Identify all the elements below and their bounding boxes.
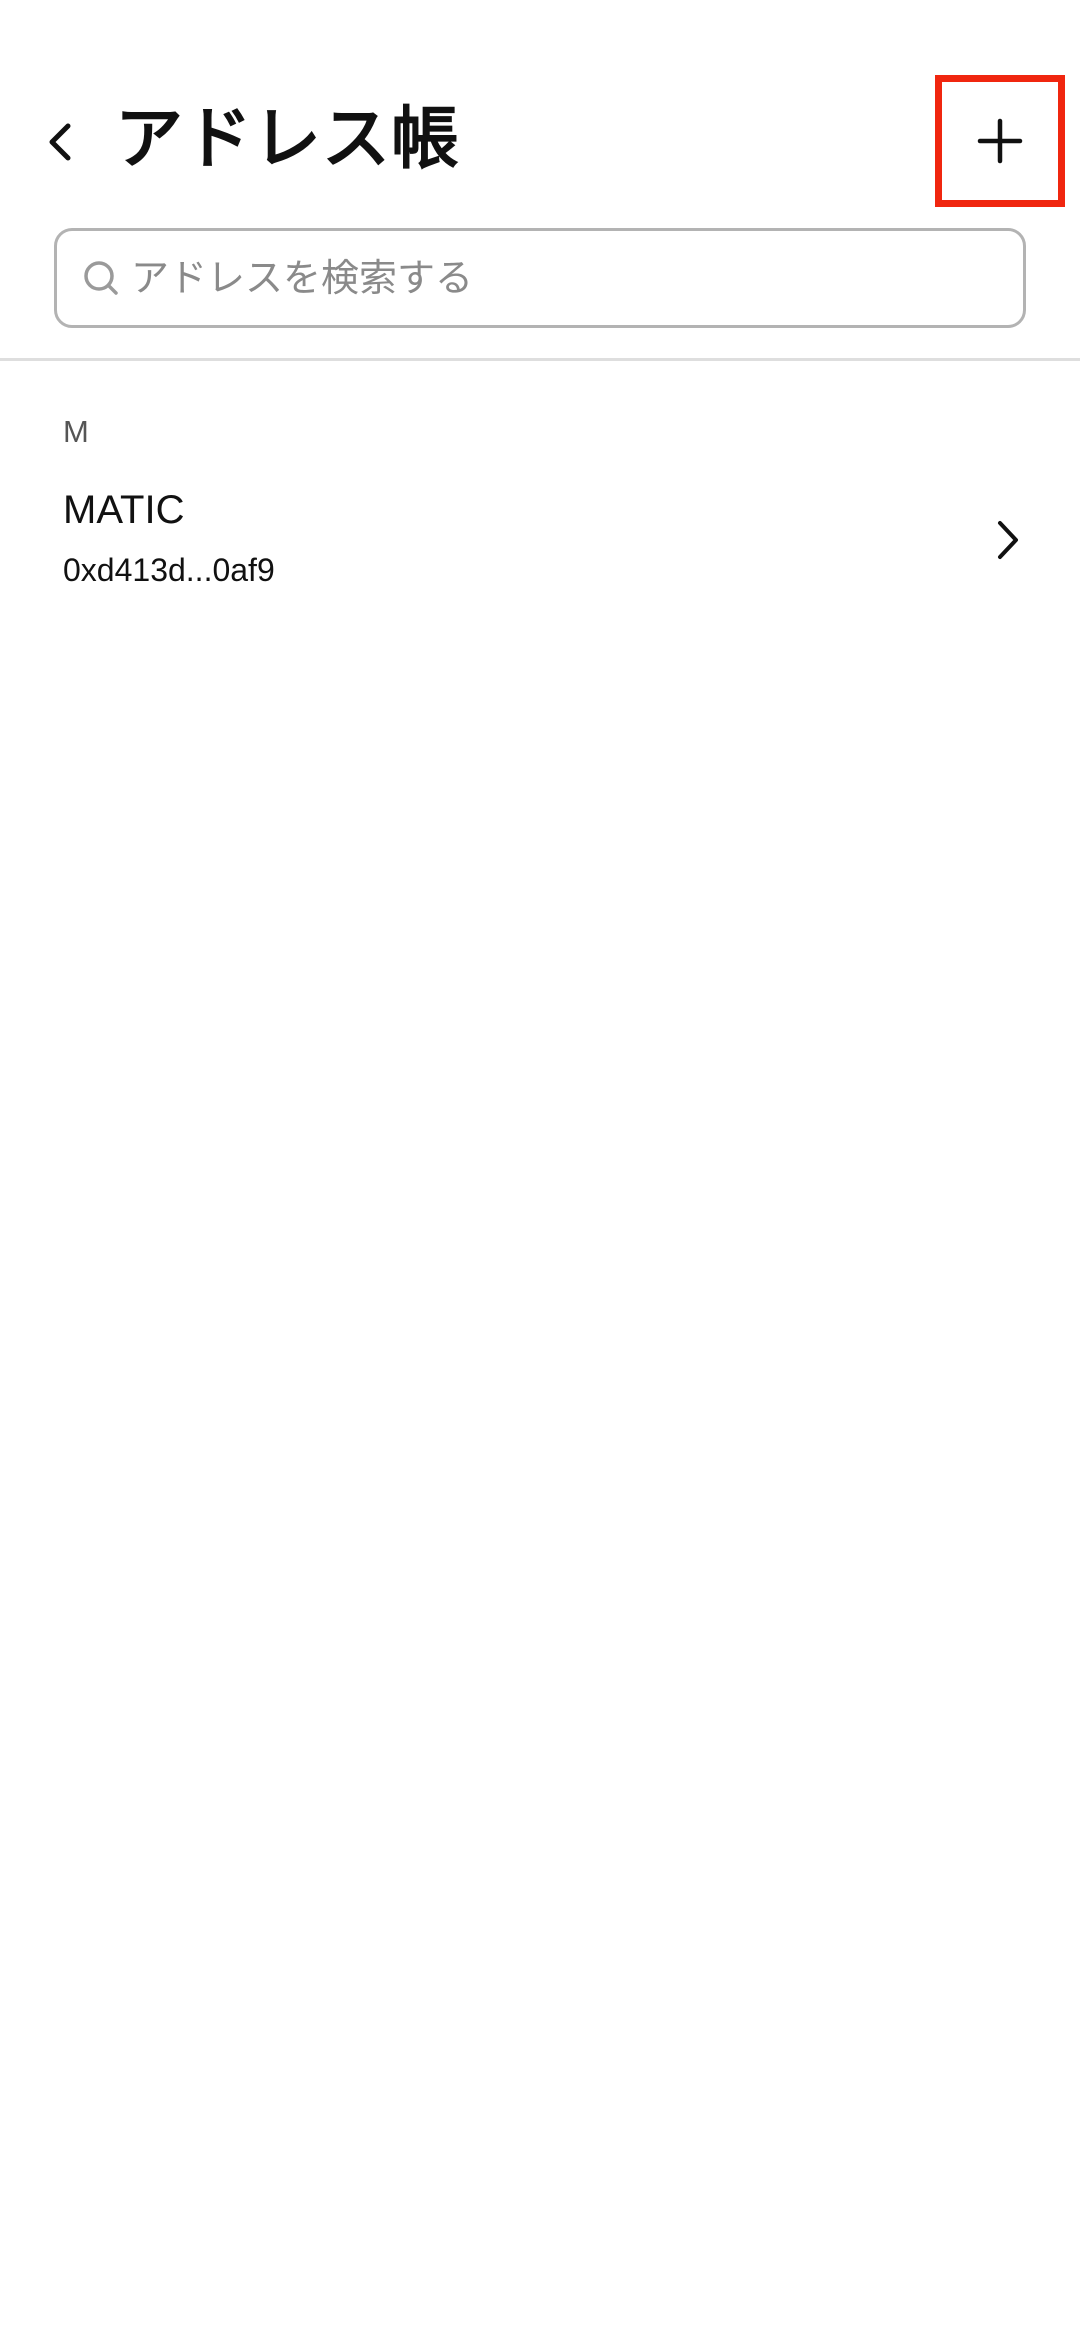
chevron-left-icon: [49, 123, 71, 161]
search-box[interactable]: [54, 228, 1026, 328]
address-list-item[interactable]: MATIC 0xd413d...0af9: [0, 468, 1080, 608]
add-address-button[interactable]: [935, 75, 1065, 207]
address-name: MATIC: [63, 488, 185, 532]
back-button[interactable]: [30, 105, 90, 179]
plus-icon: [977, 118, 1023, 164]
header-divider: [0, 358, 1080, 361]
chevron-right-icon: [988, 518, 1028, 562]
section-header-m: M: [63, 414, 89, 449]
address-value: 0xd413d...0af9: [63, 552, 275, 588]
page-title: アドレス帳: [115, 100, 461, 179]
search-icon: [81, 258, 121, 298]
app-header: アドレス帳: [0, 0, 1080, 210]
search-input[interactable]: [131, 256, 991, 300]
